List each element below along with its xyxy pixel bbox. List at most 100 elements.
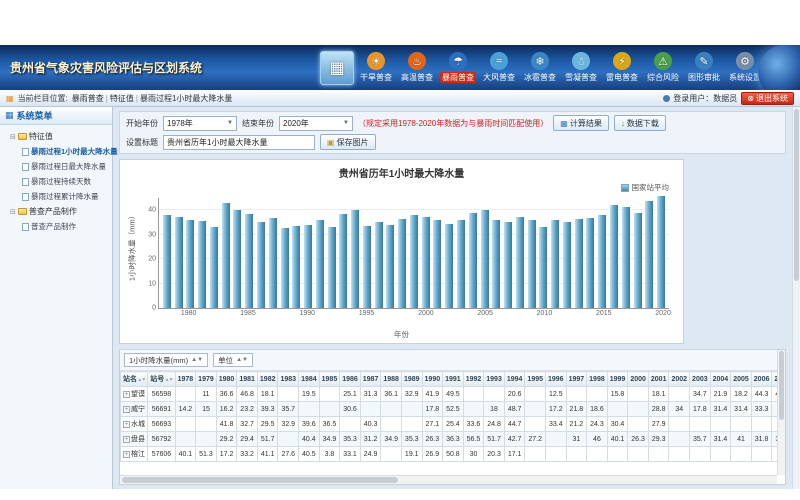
col-header-year-2004[interactable]: 2004 [710,372,731,387]
collapse-icon[interactable]: ⊟ [10,133,16,141]
nav-item-risk[interactable]: ⚠综合风险 [644,52,682,83]
value-cell: 18 [484,402,505,417]
tree-item[interactable]: 暴雨过程持续天数 [2,174,110,189]
table-vertical-scrollbar[interactable] [777,350,785,475]
table-row[interactable]: +望谟565981136.646.818.119.525.131.336.132… [121,387,787,402]
scrollbar-thumb[interactable] [779,351,784,420]
col-header-year-1989[interactable]: 1989 [401,372,422,387]
value-cell: 21.2 [566,417,587,432]
tree-item-label: 暴雨过程日最大降水量 [31,161,106,172]
col-header-year-1978[interactable]: 1978 [175,372,196,387]
value-cell: 30 [463,447,484,462]
table-filter-chip[interactable]: 单位▲▼ [213,353,253,367]
nav-item-heat[interactable]: ♨高温普查 [398,52,436,83]
tree-folder[interactable]: ⊟普查产品制作 [2,204,110,219]
value-cell: 39.3 [257,402,278,417]
col-header-year-1984[interactable]: 1984 [299,372,320,387]
value-cell: 30.4 [607,417,628,432]
value-cell: 17.8 [690,402,711,417]
nav-item-wind[interactable]: ≈大风普查 [480,52,518,83]
col-header-year-1981[interactable]: 1981 [237,372,258,387]
end-year-select[interactable]: 2020年▼ [279,116,353,131]
col-header-year-1988[interactable]: 1988 [381,372,402,387]
tree-folder[interactable]: ⊟ 特征值 [2,129,110,144]
download-button[interactable]: ↓ 数据下载 [614,115,666,131]
nav-item-drought[interactable]: ☀干旱普查 [357,52,395,83]
table-row[interactable]: +水城5669341.832.729.532.939.636.540.327.1… [121,417,787,432]
nav-item-rainstorm[interactable]: ☂暴雨普查 [439,52,477,83]
col-header-year-1992[interactable]: 1992 [463,372,484,387]
table-filter-chip[interactable]: 1小时降水量(mm)▲▼ [124,353,208,367]
logout-button[interactable]: ⊗ 退出系统 [741,92,794,105]
col-header-year-2001[interactable]: 2001 [648,372,669,387]
tree-item[interactable]: 暴雨过程1小时最大降水量 [2,144,110,159]
main-vertical-scrollbar[interactable] [792,107,800,489]
col-header-year-1999[interactable]: 1999 [607,372,628,387]
table-row[interactable]: +盘县5679229.229.451.740.434.935.331.234.9… [121,432,787,447]
nav-item-hail[interactable]: ❄冰雹普查 [521,52,559,83]
expand-row-icon[interactable]: + [123,451,130,458]
breadcrumb-item[interactable]: 暴雨过程1小时最大降水量 [140,94,232,103]
breadcrumb-item[interactable]: 特征值 [110,94,134,103]
expand-row-icon[interactable]: + [123,391,130,398]
value-cell [340,417,361,432]
bar-2013 [575,219,583,308]
nav-item-module-tile[interactable]: ▦ [320,51,354,85]
tree-item[interactable]: 暴雨过程累计降水量 [2,189,110,204]
tree-item[interactable]: 暴雨过程日最大降水量 [2,159,110,174]
sort-arrows-icon[interactable]: ▲▼ [164,377,172,383]
col-header-year-2005[interactable]: 2005 [731,372,752,387]
expand-row-icon[interactable]: + [123,421,130,428]
scrollbar-thumb[interactable] [122,477,398,483]
col-header-year-1980[interactable]: 1980 [216,372,237,387]
col-header-year-2006[interactable]: 2006 [751,372,772,387]
bar-1989 [292,226,300,308]
table-horizontal-scrollbar[interactable] [120,475,777,484]
col-header-year-1996[interactable]: 1996 [546,372,567,387]
value-cell [587,387,608,402]
breadcrumb-item[interactable]: 暴雨普查 [72,94,104,103]
start-year-select[interactable]: 1978年▼ [163,116,237,131]
globe-decoration [758,45,800,90]
col-header-year-1982[interactable]: 1982 [257,372,278,387]
value-cell: 24.9 [360,447,381,462]
nav-item-lightning[interactable]: ⚡雷电普查 [603,52,641,83]
table-row[interactable]: +威宁5669114.21516.223.239.335.730.617.852… [121,402,787,417]
col-header-year-1985[interactable]: 1985 [319,372,340,387]
col-header-year-1994[interactable]: 1994 [504,372,525,387]
col-header-year-2003[interactable]: 2003 [690,372,711,387]
col-header-year-1998[interactable]: 1998 [587,372,608,387]
col-header-year-1979[interactable]: 1979 [196,372,217,387]
collapse-icon[interactable]: ⊟ [10,208,16,216]
nav-item-approval[interactable]: ✎图形审批 [685,52,723,83]
expand-row-icon[interactable]: + [123,406,130,413]
save-image-button[interactable]: ▣ 保存图片 [320,134,376,150]
value-cell: 34.9 [319,432,340,447]
scrollbar-thumb[interactable] [794,109,799,281]
col-header-year-1993[interactable]: 1993 [484,372,505,387]
value-cell: 31.4 [710,432,731,447]
station-name-cell: +威宁 [121,402,148,417]
value-cell: 32.7 [237,417,258,432]
tree-folder-label: 特征值 [29,131,53,142]
col-header-station-name[interactable]: 站名 ▲▼ [121,372,148,387]
col-header-year-1990[interactable]: 1990 [422,372,443,387]
expand-row-icon[interactable]: + [123,436,130,443]
col-header-year-1983[interactable]: 1983 [278,372,299,387]
col-header-year-1997[interactable]: 1997 [566,372,587,387]
tree-item[interactable]: 普查产品制作 [2,219,110,234]
col-header-year-1991[interactable]: 1991 [443,372,464,387]
col-header-year-2000[interactable]: 2000 [628,372,649,387]
col-header-year-1986[interactable]: 1986 [340,372,361,387]
chart-title-input[interactable]: 贵州省历年1小时最大降水量 [163,135,315,150]
calculate-button[interactable]: ▦ 计算结果 [553,115,609,131]
value-cell [690,417,711,432]
sort-arrows-icon[interactable]: ▲▼ [137,377,145,383]
table-row[interactable]: +榕江5760640.151.317.233.241.127.640.53.83… [121,447,787,462]
col-header-year-2002[interactable]: 2002 [669,372,690,387]
value-cell: 41.8 [216,417,237,432]
col-header-year-1987[interactable]: 1987 [360,372,381,387]
col-header-station-id[interactable]: 站号 ▲▼ [148,372,175,387]
col-header-year-1995[interactable]: 1995 [525,372,546,387]
nav-item-snow[interactable]: ☃雪凝普查 [562,52,600,83]
